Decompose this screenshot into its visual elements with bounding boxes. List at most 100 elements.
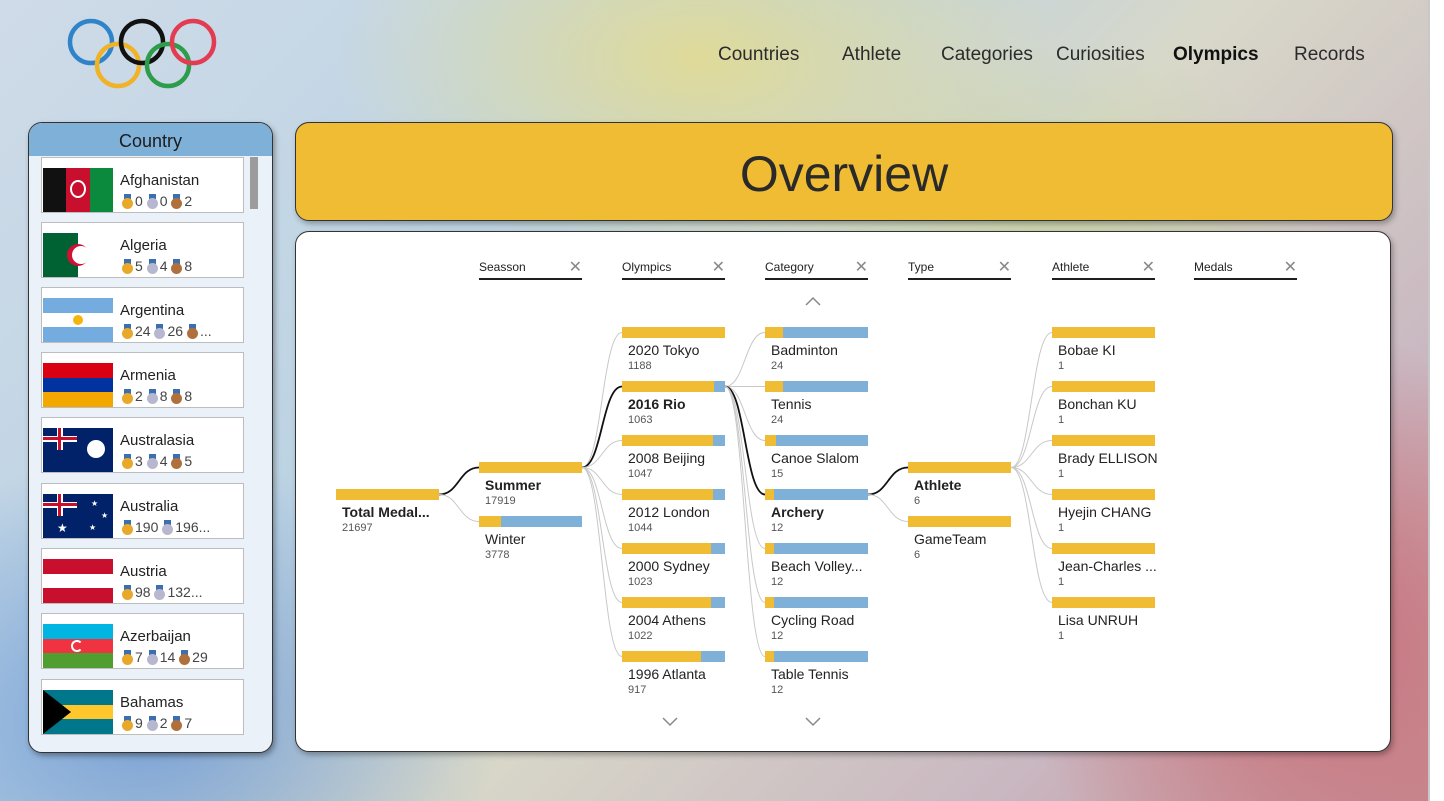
tree-link — [724, 386, 766, 603]
athlete-bar-fill — [1052, 543, 1155, 554]
olympics-node[interactable]: 2004 Athens 1022 — [622, 597, 726, 645]
gold-medal-icon — [122, 520, 133, 535]
silver-medal-icon — [154, 585, 166, 600]
country-card-azerbaijan[interactable]: Azerbaijan 7 14 29 — [41, 613, 244, 669]
olympics-bar-fill — [622, 381, 714, 392]
gold-medal-icon — [122, 324, 133, 339]
country-medal-counts: 190 196... — [122, 519, 242, 535]
country-name: Afghanistan — [120, 172, 200, 189]
nav-athlete[interactable]: Athlete — [842, 44, 901, 66]
close-icon[interactable]: ✕ — [855, 257, 868, 277]
country-card-algeria[interactable]: Algeria 5 4 8 — [41, 222, 244, 278]
gold-count: 3 — [135, 453, 143, 469]
olympics-node[interactable]: 2000 Sydney 1023 — [622, 543, 726, 591]
season-node[interactable]: Winter 3778 — [479, 516, 583, 564]
athlete-value: 1 — [1058, 522, 1065, 534]
gold-count: 7 — [135, 649, 143, 665]
nav-curiosities[interactable]: Curiosities — [1056, 44, 1145, 66]
nav-categories[interactable]: Categories — [941, 44, 1033, 66]
column-header-category: Category ✕ — [765, 257, 868, 280]
tree-link — [1010, 467, 1053, 603]
olympics-node[interactable]: 2020 Tokyo 1188 — [622, 327, 726, 375]
nav-olympics[interactable]: Olympics — [1173, 44, 1259, 66]
tree-link — [1010, 467, 1053, 549]
tree-link — [581, 467, 623, 657]
country-card-australia[interactable]: ★ ★ ★ ★ Australia 190 196... — [41, 483, 244, 539]
season-node[interactable]: Summer 17919 — [479, 462, 583, 510]
category-bar-fill — [765, 435, 776, 446]
olympics-bar-fill — [622, 489, 713, 500]
country-card-australasia[interactable]: Australasia 3 4 5 — [41, 417, 244, 473]
category-bar-fill — [765, 543, 774, 554]
country-card-argentina[interactable]: Argentina 24 26 ... — [41, 287, 244, 343]
close-icon[interactable]: ✕ — [1284, 257, 1297, 277]
athlete-node[interactable]: Bonchan KU 1 — [1052, 381, 1156, 429]
category-node[interactable]: Cycling Road 12 — [765, 597, 869, 645]
silver-medal-icon — [162, 520, 174, 535]
olympics-node[interactable]: 2008 Beijing 1047 — [622, 435, 726, 483]
athlete-bar-fill — [1052, 489, 1155, 500]
country-card-bahamas[interactable]: Bahamas 9 2 7 — [41, 679, 244, 735]
category-node[interactable]: Table Tennis 12 — [765, 651, 869, 699]
category-node[interactable]: Beach Volley... 12 — [765, 543, 869, 591]
olympics-node[interactable]: 2012 London 1044 — [622, 489, 726, 537]
column-label: Type — [908, 260, 935, 274]
austria-flag-icon — [43, 559, 113, 603]
category-node[interactable]: Archery 12 — [765, 489, 869, 537]
tree-link — [581, 467, 623, 603]
category-node[interactable]: Tennis 24 — [765, 381, 869, 429]
country-card-armenia[interactable]: Armenia 2 8 8 — [41, 352, 244, 408]
type-node[interactable]: GameTeam 6 — [908, 516, 1012, 564]
country-scrollbar[interactable] — [250, 157, 258, 209]
chevron-down-icon[interactable] — [662, 717, 678, 727]
olympics-bar — [622, 651, 725, 662]
athlete-node[interactable]: Bobae KI 1 — [1052, 327, 1156, 375]
close-icon[interactable]: ✕ — [998, 257, 1011, 277]
category-bar — [765, 651, 868, 662]
olympics-node[interactable]: 2016 Rio 1063 — [622, 381, 726, 429]
country-medal-counts: 0 0 2 — [122, 193, 242, 209]
athlete-node[interactable]: Jean-Charles ... 1 — [1052, 543, 1157, 591]
category-bar — [765, 489, 868, 500]
country-medal-counts: 9 2 7 — [122, 715, 242, 731]
country-name: Australia — [120, 498, 179, 515]
close-icon[interactable]: ✕ — [712, 257, 725, 277]
silver-medal-icon — [146, 389, 158, 404]
chevron-up-icon[interactable] — [805, 296, 821, 306]
root-node[interactable]: Total Medal... 21697 — [336, 489, 440, 537]
country-card-afghanistan[interactable]: Afghanistan 0 0 2 — [41, 157, 244, 213]
tree-link — [1010, 386, 1053, 468]
gold-count: 9 — [135, 715, 143, 731]
silver-count: 4 — [159, 258, 168, 274]
chevron-down-icon[interactable] — [805, 717, 821, 727]
category-label: Canoe Slalom — [771, 450, 859, 466]
season-value: 17919 — [485, 495, 516, 507]
bronze-count: 2 — [184, 193, 193, 209]
category-node[interactable]: Canoe Slalom 15 — [765, 435, 869, 483]
country-card-austria[interactable]: Austria 98 132... — [41, 548, 244, 604]
gold-count: 5 — [135, 258, 143, 274]
olympics-value: 1022 — [628, 630, 653, 642]
nav-countries[interactable]: Countries — [718, 44, 799, 66]
athlete-bar-fill — [1052, 381, 1155, 392]
season-label: Summer — [485, 477, 542, 493]
olympics-label: 2004 Athens — [628, 612, 706, 628]
root-label: Total Medal... — [342, 504, 430, 520]
athlete-node[interactable]: Brady ELLISON 1 — [1052, 435, 1158, 483]
close-icon[interactable]: ✕ — [569, 257, 582, 277]
armenia-flag-icon — [43, 363, 113, 407]
nav-records[interactable]: Records — [1294, 44, 1365, 66]
tree-link — [1010, 332, 1053, 468]
country-name: Australasia — [120, 432, 195, 449]
type-value: 6 — [914, 549, 921, 561]
tree-link — [867, 466, 909, 496]
athlete-node[interactable]: Lisa UNRUH 1 — [1052, 597, 1156, 645]
country-medal-counts: 98 132... — [122, 584, 242, 600]
athlete-node[interactable]: Hyejin CHANG 1 — [1052, 489, 1156, 537]
olympics-node[interactable]: 1996 Atlanta 917 — [622, 651, 726, 699]
root-bar — [336, 489, 439, 500]
olympics-bar-fill — [622, 543, 711, 554]
type-node[interactable]: Athlete 6 — [908, 462, 1012, 510]
close-icon[interactable]: ✕ — [1142, 257, 1155, 277]
category-node[interactable]: Badminton 24 — [765, 327, 869, 375]
